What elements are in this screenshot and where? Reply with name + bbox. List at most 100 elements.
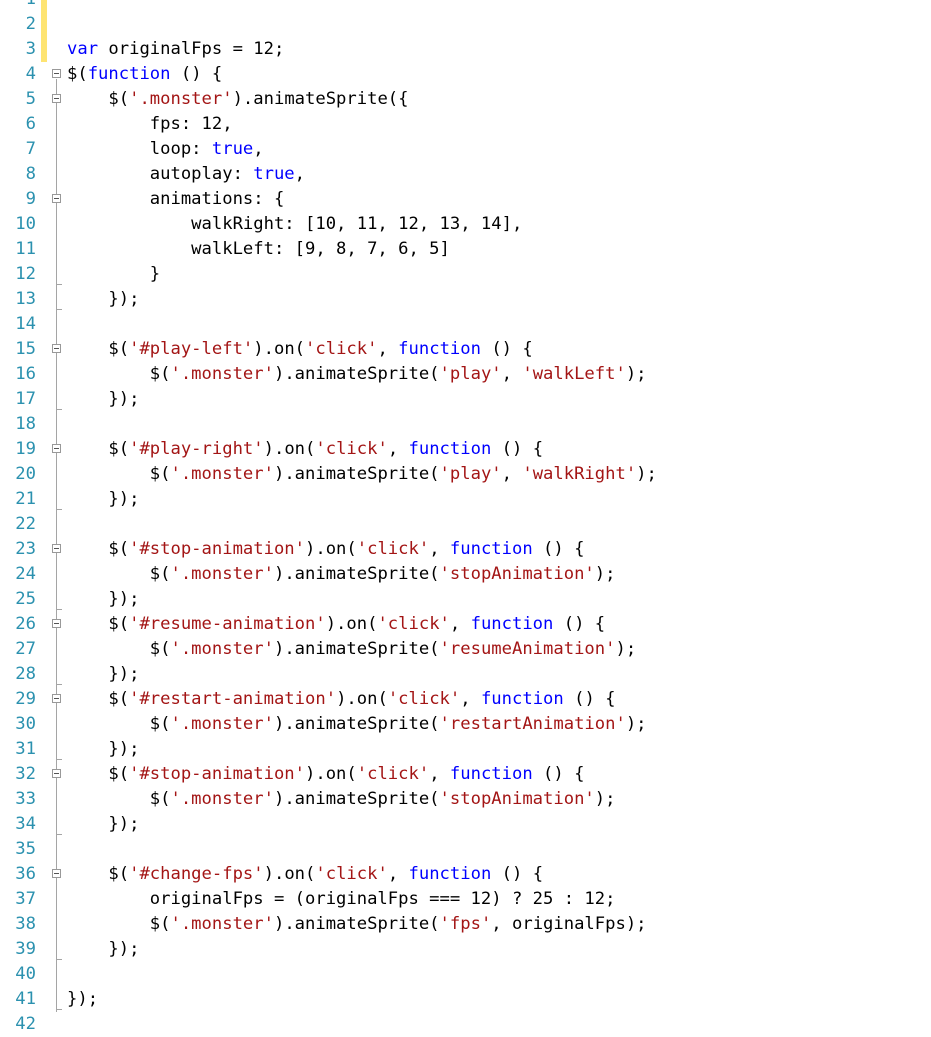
keyword-token: function [480,689,564,709]
collapse-icon[interactable] [52,869,61,878]
code-line[interactable]: 28 }); [0,662,931,687]
code-line[interactable]: 34 }); [0,812,931,837]
code-token: ).animateSprite( [273,714,440,734]
string-token: '.monster' [170,364,274,384]
code-line[interactable]: 7 loop: true, [0,137,931,162]
keyword-token: true [253,164,295,184]
code-line[interactable]: 16 $('.monster').animateSprite('play', '… [0,362,931,387]
code-line[interactable]: 23 $('#stop-animation').on('click', func… [0,537,931,562]
collapse-icon[interactable] [52,619,61,628]
code-text: walkLeft: [9, 8, 7, 6, 5] [67,237,450,262]
line-number: 2 [25,14,36,34]
code-line[interactable]: 2 [0,12,931,37]
code-token: , [460,689,481,709]
collapse-icon[interactable] [52,194,61,203]
code-token: () { [170,64,223,84]
line-number: 16 [15,364,36,384]
code-token: $( [67,864,130,884]
code-text: $('#stop-animation').on('click', functio… [67,762,584,787]
code-line[interactable]: 22 [0,512,931,537]
code-line[interactable]: 18 [0,412,931,437]
change-marker [41,12,47,37]
code-token: ).animateSprite( [273,914,440,934]
code-token: , [501,364,523,384]
collapse-icon[interactable] [52,694,61,703]
collapse-icon[interactable] [52,544,61,553]
code-line[interactable]: 20 $('.monster').animateSprite('play', '… [0,462,931,487]
code-text: $('#resume-animation').on('click', funct… [67,612,605,637]
code-line[interactable]: 42 [0,1012,931,1037]
collapse-icon[interactable] [52,69,61,78]
code-text: $('.monster').animateSprite('stopAnimati… [67,562,616,587]
string-token: '.monster' [170,789,274,809]
code-line[interactable]: 17 }); [0,387,931,412]
code-text: $('.monster').animateSprite({ [67,87,409,112]
code-line[interactable]: 33 $('.monster').animateSprite('stopAnim… [0,787,931,812]
code-line[interactable]: 26 $('#resume-animation').on('click', fu… [0,612,931,637]
code-line[interactable]: 9 animations: { [0,187,931,212]
outline-guide [56,112,57,137]
code-line[interactable]: 32 $('#stop-animation').on('click', func… [0,762,931,787]
code-editor[interactable]: 123var originalFps = 12;4$(function () {… [0,0,931,1037]
code-line[interactable]: 40 [0,962,931,987]
line-number: 6 [25,114,36,134]
code-text: fps: 12, [67,112,233,137]
code-line[interactable]: 37 originalFps = (originalFps === 12) ? … [0,887,931,912]
code-line[interactable]: 8 autoplay: true, [0,162,931,187]
code-line[interactable]: 10 walkRight: [10, 11, 12, 13, 14], [0,212,931,237]
code-token: }); [67,939,140,959]
outline-guide [56,387,62,412]
code-line[interactable]: 4 $(function () { [0,62,931,87]
code-token: ); [625,714,647,734]
line-number: 4 [25,64,36,84]
outline-guide [56,462,57,487]
string-token: 'restartAnimation' [439,714,626,734]
code-line[interactable]: 14 [0,312,931,337]
keyword-token: function [408,864,492,884]
code-token: ); [636,464,657,484]
line-number: 18 [15,414,36,434]
line-number: 31 [15,739,36,759]
string-token: 'play' [439,364,502,384]
code-line[interactable]: 31 }); [0,737,931,762]
code-line[interactable]: 36 $('#change-fps').on('click', function… [0,862,931,887]
code-line[interactable]: 25 }); [0,587,931,612]
code-token: $( [67,764,130,784]
code-line[interactable]: 12 } [0,262,931,287]
outline-guide [56,637,57,662]
code-line[interactable]: 39 }); [0,937,931,962]
code-text: $('.monster').animateSprite('play', 'wal… [67,362,647,387]
code-line[interactable]: 1 [0,0,931,12]
code-line[interactable]: 11 walkLeft: [9, 8, 7, 6, 5] [0,237,931,262]
string-token: '.monster' [170,564,274,584]
code-line[interactable]: 6 fps: 12, [0,112,931,137]
outline-guide [56,562,57,587]
code-line[interactable]: 21 }); [0,487,931,512]
code-line[interactable]: 15 $('#play-left').on('click', function … [0,337,931,362]
collapse-icon[interactable] [52,94,61,103]
string-token: 'click' [356,764,430,784]
code-line[interactable]: 5 $('.monster').animateSprite({ [0,87,931,112]
collapse-icon[interactable] [52,769,61,778]
outline-guide [56,237,57,262]
code-line[interactable]: 41}); [0,987,931,1012]
string-token: '#play-left' [129,339,254,359]
code-token: $( [67,689,130,709]
code-token: ).on( [253,339,306,359]
code-line[interactable]: 38 $('.monster').animateSprite('fps', or… [0,912,931,937]
code-line[interactable]: 13 }); [0,287,931,312]
code-line[interactable]: 3 var originalFps = 12; [0,37,931,62]
code-line[interactable]: 29 $('#restart-animation').on('click', f… [0,687,931,712]
code-line[interactable]: 30 $('.monster').animateSprite('restartA… [0,712,931,737]
code-text: }); [67,937,139,962]
code-line[interactable]: 19 $('#play-right').on('click', function… [0,437,931,462]
code-line[interactable]: 27 $('.monster').animateSprite('resumeAn… [0,637,931,662]
string-token: '.monster' [170,914,274,934]
line-number: 38 [15,914,36,934]
code-line[interactable]: 24 $('.monster').animateSprite('stopAnim… [0,562,931,587]
code-token: ).animateSprite({ [232,89,409,109]
collapse-icon[interactable] [52,444,61,453]
collapse-icon[interactable] [52,344,61,353]
code-line[interactable]: 35 [0,837,931,862]
outline-guide [56,662,62,687]
